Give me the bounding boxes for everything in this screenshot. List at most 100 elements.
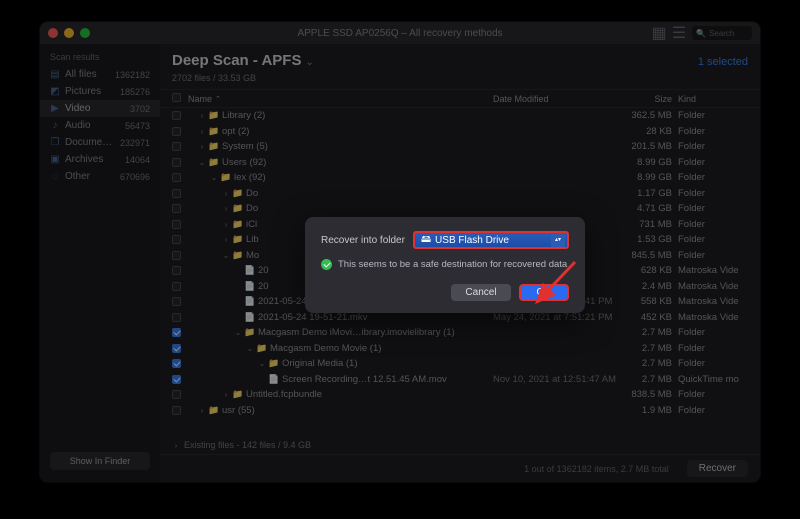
select-all-checkbox[interactable] bbox=[172, 93, 181, 102]
file-icon: 📄 bbox=[245, 312, 255, 322]
row-kind: Folder bbox=[678, 172, 748, 183]
disclosure-triangle-icon[interactable]: › bbox=[222, 204, 230, 213]
folder-row[interactable]: ›📁opt (2)28 KBFolder bbox=[160, 124, 760, 140]
sidebar-item-video[interactable]: ▶Video3702 bbox=[40, 100, 160, 117]
row-checkbox[interactable] bbox=[172, 111, 181, 120]
row-kind: Folder bbox=[678, 188, 748, 199]
disclosure-triangle-icon[interactable]: ⌄ bbox=[198, 158, 206, 167]
column-date[interactable]: Date Modified bbox=[493, 94, 623, 104]
row-name: 20 bbox=[258, 281, 269, 292]
sidebar-footer: Show In Finder bbox=[40, 445, 160, 476]
sidebar-item-documents[interactable]: ❐Documents232971 bbox=[40, 134, 160, 151]
row-name: opt (2) bbox=[222, 126, 249, 137]
disclosure-triangle-icon[interactable]: › bbox=[222, 390, 230, 399]
minimize-window-button[interactable] bbox=[64, 28, 74, 38]
row-checkbox[interactable] bbox=[172, 328, 181, 337]
disclosure-triangle-icon[interactable]: › bbox=[222, 220, 230, 229]
row-checkbox[interactable] bbox=[172, 204, 181, 213]
sidebar-item-archives[interactable]: ▣Archives14064 bbox=[40, 151, 160, 168]
grid-view-icon[interactable]: ▦ bbox=[652, 26, 666, 40]
row-checkbox[interactable] bbox=[172, 235, 181, 244]
drive-icon: 🖴 bbox=[421, 232, 431, 249]
column-kind[interactable]: Kind bbox=[678, 94, 748, 104]
folder-row[interactable]: ›📁usr (55)1.9 MBFolder bbox=[160, 403, 760, 419]
row-size: 1.9 MB bbox=[623, 405, 678, 416]
chevron-down-icon[interactable]: ⌄ bbox=[305, 57, 313, 68]
row-name: Screen Recording…t 12.51.45 AM.mov bbox=[282, 374, 447, 385]
sidebar-item-all-files[interactable]: ▤All files1362182 bbox=[40, 66, 160, 83]
search-input[interactable]: 🔍 Search bbox=[692, 26, 752, 40]
row-checkbox[interactable] bbox=[172, 251, 181, 260]
folder-row[interactable]: ⌄📁Original Media (1)2.7 MBFolder bbox=[160, 356, 760, 372]
folder-row[interactable]: ⌄📁Users (92)8.99 GBFolder bbox=[160, 155, 760, 171]
folder-row[interactable]: ⌄📁lex (92)8.99 GBFolder bbox=[160, 170, 760, 186]
disclosure-triangle-icon[interactable]: ⌄ bbox=[246, 344, 254, 353]
existing-files-row[interactable]: › Existing files - 142 files / 9.4 GB bbox=[160, 436, 760, 454]
disclosure-triangle-icon[interactable]: › bbox=[198, 127, 206, 136]
row-checkbox[interactable] bbox=[172, 173, 181, 182]
row-size: 845.5 MB bbox=[623, 250, 678, 261]
cancel-button[interactable]: Cancel bbox=[451, 284, 510, 301]
row-checkbox[interactable] bbox=[172, 406, 181, 415]
row-size: 2.7 MB bbox=[623, 358, 678, 369]
sidebar-item-pictures[interactable]: ◩Pictures185276 bbox=[40, 83, 160, 100]
destination-select[interactable]: 🖴 USB Flash Drive ▴▾ bbox=[413, 231, 569, 249]
maximize-window-button[interactable] bbox=[80, 28, 90, 38]
folder-row[interactable]: ›📁Library (2)362.5 MBFolder bbox=[160, 108, 760, 124]
folder-row[interactable]: ⌄📁Macgasm Demo iMovi…ibrary.imovielibrar… bbox=[160, 325, 760, 341]
sidebar-item-audio[interactable]: ♪Audio56473 bbox=[40, 117, 160, 134]
row-checkbox[interactable] bbox=[172, 344, 181, 353]
row-kind: Folder bbox=[678, 126, 748, 137]
recover-button[interactable]: Recover bbox=[687, 460, 748, 477]
show-in-finder-button[interactable]: Show In Finder bbox=[50, 452, 150, 470]
disclosure-triangle-icon[interactable]: › bbox=[222, 189, 230, 198]
column-size[interactable]: Size bbox=[623, 94, 678, 104]
row-checkbox[interactable] bbox=[172, 297, 181, 306]
row-size: 2.7 MB bbox=[623, 327, 678, 338]
row-checkbox[interactable] bbox=[172, 282, 181, 291]
disclosure-triangle-icon[interactable]: ⌄ bbox=[234, 328, 242, 337]
sidebar-item-other[interactable]: ◌Other670696 bbox=[40, 168, 160, 185]
close-window-button[interactable] bbox=[48, 28, 58, 38]
list-view-icon[interactable]: ☰ bbox=[672, 26, 686, 40]
folder-row[interactable]: ›📁System (5)201.5 MBFolder bbox=[160, 139, 760, 155]
row-checkbox[interactable] bbox=[172, 313, 181, 322]
scan-title: Deep Scan - APFS bbox=[172, 52, 301, 69]
folder-icon: 📁 bbox=[209, 126, 219, 136]
row-checkbox[interactable] bbox=[172, 127, 181, 136]
column-name[interactable]: Name ⌃ bbox=[188, 94, 493, 104]
row-checkbox[interactable] bbox=[172, 158, 181, 167]
row-checkbox[interactable] bbox=[172, 375, 181, 384]
ok-button[interactable]: OK bbox=[519, 284, 569, 301]
folder-row[interactable]: ›📁Do1.17 GBFolder bbox=[160, 186, 760, 202]
row-checkbox[interactable] bbox=[172, 142, 181, 151]
row-kind: Matroska Vide bbox=[678, 312, 748, 323]
row-checkbox[interactable] bbox=[172, 220, 181, 229]
row-name: Lib bbox=[246, 234, 259, 245]
folder-row[interactable]: ⌄📁Macgasm Demo Movie (1)2.7 MBFolder bbox=[160, 341, 760, 357]
disclosure-triangle-icon[interactable]: › bbox=[198, 111, 206, 120]
file-icon: 📄 bbox=[269, 374, 279, 384]
folder-icon: 📁 bbox=[233, 250, 243, 260]
file-icon: 📄 bbox=[245, 266, 255, 276]
row-size: 362.5 MB bbox=[623, 110, 678, 121]
disclosure-triangle-icon[interactable]: › bbox=[222, 235, 230, 244]
file-row[interactable]: 📄 Screen Recording…t 12.51.45 AM.movNov … bbox=[160, 372, 760, 388]
row-size: 201.5 MB bbox=[623, 141, 678, 152]
row-checkbox[interactable] bbox=[172, 266, 181, 275]
folder-icon: 📁 bbox=[233, 219, 243, 229]
folder-row[interactable]: ›📁Untitled.fcpbundle838.5 MBFolder bbox=[160, 387, 760, 403]
folder-row[interactable]: ›📁Do4.71 GBFolder bbox=[160, 201, 760, 217]
row-checkbox[interactable] bbox=[172, 390, 181, 399]
row-checkbox[interactable] bbox=[172, 189, 181, 198]
disclosure-triangle-icon[interactable]: ⌄ bbox=[258, 359, 266, 368]
row-checkbox[interactable] bbox=[172, 359, 181, 368]
folder-icon: 📁 bbox=[209, 111, 219, 121]
disclosure-triangle-icon[interactable]: ⌄ bbox=[222, 251, 230, 260]
disclosure-triangle-icon[interactable]: › bbox=[198, 406, 206, 415]
disclosure-triangle-icon[interactable]: › bbox=[198, 142, 206, 151]
row-size: 2.7 MB bbox=[623, 343, 678, 354]
row-kind: Matroska Vide bbox=[678, 281, 748, 292]
disclosure-triangle-icon[interactable]: ⌄ bbox=[210, 173, 218, 182]
row-kind: QuickTime mo bbox=[678, 374, 748, 385]
